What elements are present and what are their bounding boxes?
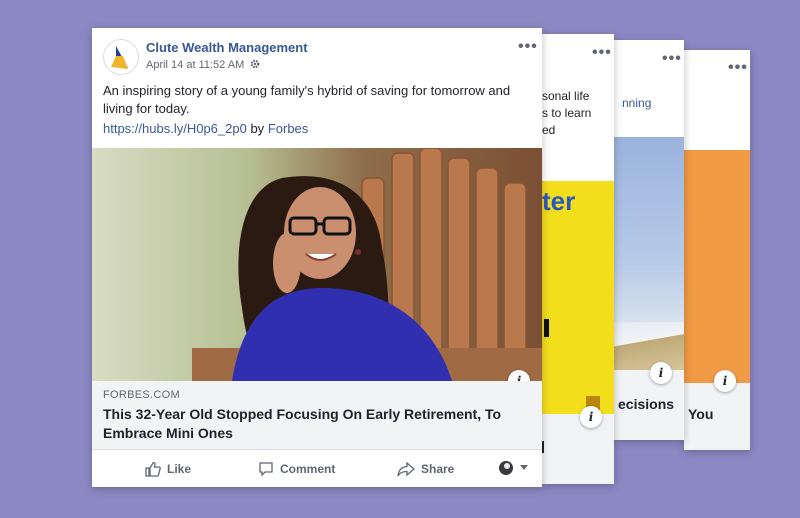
post-text: sonal life s to learn ed (542, 88, 591, 139)
post-text-line: s to learn (542, 106, 592, 120)
post-as-selector[interactable] (498, 460, 528, 476)
share-label: Share (421, 462, 455, 476)
share-icon (397, 461, 415, 477)
post-link-line: https://hubs.ly/H0p6_2p0 by Forbes (103, 121, 308, 136)
comment-icon (259, 462, 273, 477)
post-card-front: Clute Wealth Management April 14 at 11:5… (92, 28, 542, 487)
info-icon[interactable]: i (580, 406, 602, 428)
link-headline[interactable]: ecisions (618, 396, 674, 412)
more-options-icon[interactable]: ••• (518, 39, 538, 55)
link-headline[interactable]: This 32-Year Old Stopped Focusing On Ear… (103, 405, 523, 443)
post-url-link[interactable]: https://hubs.ly/H0p6_2p0 (103, 121, 247, 136)
more-options-icon[interactable]: ••• (662, 51, 682, 67)
share-button[interactable]: Share (397, 461, 454, 477)
post-text: An inspiring story of a young family's h… (103, 83, 511, 116)
logo-icon (111, 46, 128, 69)
post-text-line: sonal life (542, 89, 590, 103)
more-options-icon[interactable]: ••• (728, 60, 748, 76)
post-actions-bar: Like Comment Share (92, 449, 542, 487)
post-text-line: ed (542, 123, 556, 137)
link-by-label: by (250, 121, 265, 136)
comment-label: Comment (280, 462, 336, 476)
page-avatar[interactable] (103, 39, 139, 75)
post-link[interactable]: nning (622, 96, 651, 110)
more-options-icon[interactable]: ••• (592, 45, 612, 61)
like-button[interactable]: Like (145, 461, 191, 477)
info-icon[interactable]: i (714, 370, 736, 392)
post-card-back-3: ••• You i (684, 50, 750, 450)
thumbs-up-icon (145, 461, 161, 477)
post-card-back-2: ••• nning ecisions i (614, 40, 684, 440)
image-graphic (544, 319, 549, 337)
info-icon[interactable]: i (650, 362, 672, 384)
like-label: Like (167, 462, 192, 476)
post-timestamp[interactable]: April 14 at 11:52 AM (146, 59, 244, 71)
comment-button[interactable]: Comment (258, 461, 335, 477)
source-link[interactable]: Forbes (268, 121, 308, 136)
image-headline-text: ter (542, 186, 576, 216)
link-headline[interactable]: You (688, 406, 713, 422)
post-image[interactable] (92, 148, 542, 381)
gear-icon (250, 59, 260, 71)
link-preview-footer[interactable] (542, 414, 614, 484)
link-preview-footer[interactable]: FORBES.COM This 32-Year Old Stopped Focu… (92, 381, 542, 449)
post-meta: April 14 at 11:52 AM (146, 59, 260, 71)
page-name-link[interactable]: Clute Wealth Management (146, 40, 308, 55)
post-card-back-1: ••• sonal life s to learn ed ter i (542, 34, 614, 484)
post-image[interactable] (684, 150, 750, 383)
headline-fragment (542, 441, 544, 453)
link-domain: FORBES.COM (103, 389, 180, 401)
chevron-down-icon (520, 465, 528, 470)
woman-photo-illustration (92, 148, 542, 381)
post-image-roof (614, 322, 684, 370)
profile-avatar-icon (499, 461, 513, 475)
